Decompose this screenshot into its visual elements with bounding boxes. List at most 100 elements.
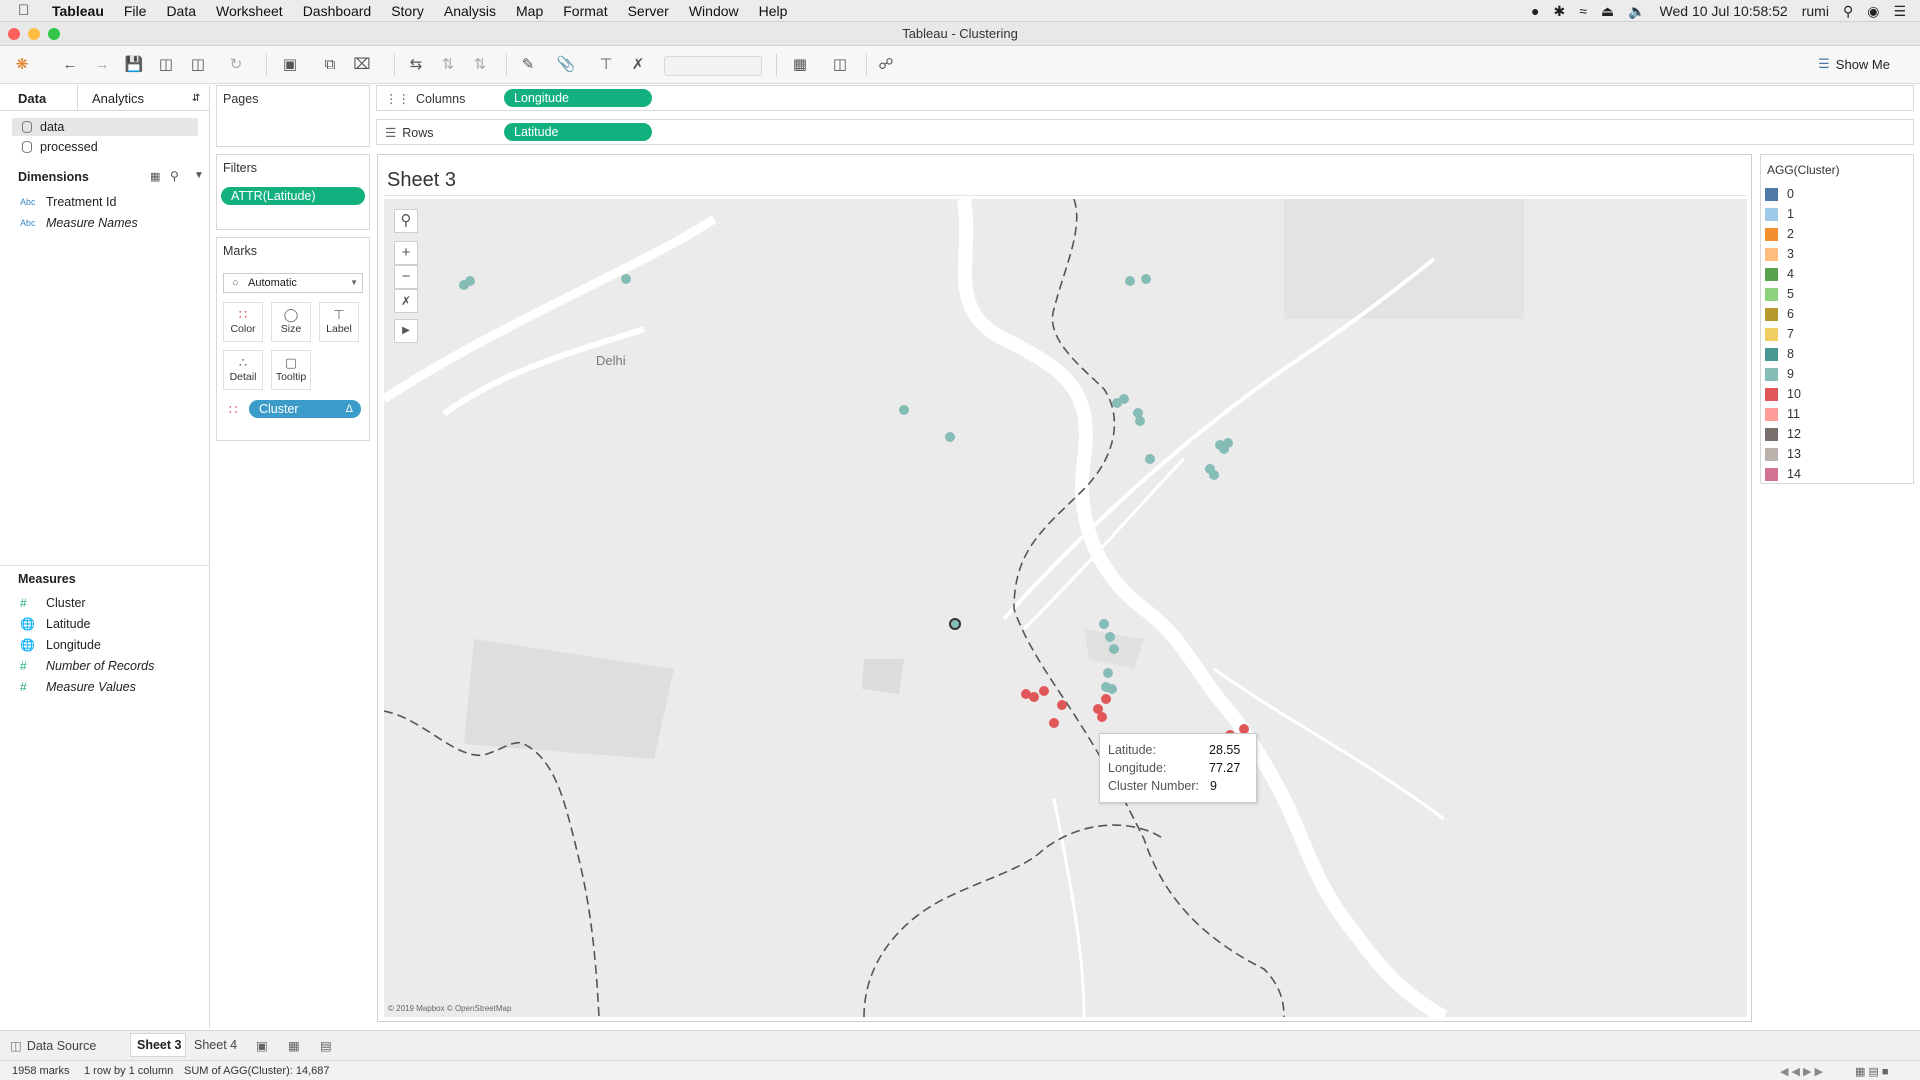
analytics-menu-icon[interactable]: ⇵: [192, 93, 200, 104]
hovered-map-point[interactable]: [949, 618, 961, 630]
menu-app[interactable]: Tableau: [52, 3, 104, 19]
map-point[interactable]: [465, 276, 475, 286]
swap-rows-columns-icon[interactable]: ⇆: [406, 55, 426, 75]
volume-icon[interactable]: 🔈: [1628, 3, 1645, 20]
color-legend[interactable]: AGG(Cluster) 0 1 2 3 4 5 6 7 8 9 10 11 12 13 14: [1760, 154, 1914, 484]
map-point[interactable]: [621, 274, 631, 284]
menu-help[interactable]: Help: [759, 3, 788, 19]
legend-item[interactable]: 8: [1765, 345, 1794, 363]
filters-card[interactable]: Filters ATTR(Latitude): [216, 154, 370, 230]
map-toolbar-expand-icon[interactable]: ▶: [394, 319, 418, 343]
field-measure-names[interactable]: Abc Measure Names: [20, 214, 138, 232]
fit-dropdown[interactable]: [664, 56, 762, 76]
rows-pill-latitude[interactable]: Latitude: [504, 123, 652, 141]
tab-analytics[interactable]: Analytics: [92, 91, 144, 106]
map-point[interactable]: [1099, 619, 1109, 629]
columns-pill-longitude[interactable]: Longitude: [504, 89, 652, 107]
legend-item[interactable]: 12: [1765, 425, 1801, 443]
view-mode-icons[interactable]: ▦ ▤ ■: [1855, 1065, 1889, 1078]
pages-card[interactable]: Pages: [216, 85, 370, 147]
cluster-pill[interactable]: Cluster Δ: [249, 400, 361, 418]
map-point[interactable]: [1101, 682, 1111, 692]
eject-icon[interactable]: ⏏: [1601, 3, 1614, 20]
notification-center-icon[interactable]: ☰: [1893, 3, 1906, 20]
legend-item[interactable]: 2: [1765, 225, 1794, 243]
zoom-out-button[interactable]: −: [394, 265, 418, 289]
map-point[interactable]: [1101, 694, 1111, 704]
field-longitude[interactable]: 🌐 Longitude: [20, 636, 101, 654]
sort-descending-icon[interactable]: ⇅: [470, 55, 490, 75]
filter-pill-latitude[interactable]: ATTR(Latitude): [221, 187, 365, 205]
search-icon[interactable]: ⚲: [170, 169, 179, 183]
group-members-icon[interactable]: 📎: [556, 55, 576, 75]
clock[interactable]: Wed 10 Jul 10:58:52: [1660, 3, 1788, 19]
new-dashboard-tab-icon[interactable]: ▦: [288, 1038, 300, 1053]
reset-map-icon[interactable]: ✗: [394, 289, 418, 313]
pause-updates-icon[interactable]: ◫: [188, 55, 208, 75]
menu-window[interactable]: Window: [689, 3, 739, 19]
menu-map[interactable]: Map: [516, 3, 543, 19]
legend-item[interactable]: 1: [1765, 205, 1794, 223]
legend-item[interactable]: 6: [1765, 305, 1794, 323]
legend-item[interactable]: 9: [1765, 365, 1794, 383]
clear-sheet-icon[interactable]: ⌧: [352, 55, 372, 75]
menu-worksheet[interactable]: Worksheet: [216, 3, 283, 19]
menu-dashboard[interactable]: Dashboard: [303, 3, 372, 19]
spotlight-icon[interactable]: ⚲: [1843, 3, 1853, 20]
legend-item[interactable]: 13: [1765, 445, 1801, 463]
map-point[interactable]: [1209, 470, 1219, 480]
menu-format[interactable]: Format: [563, 3, 607, 19]
map-point[interactable]: [945, 432, 955, 442]
refresh-icon[interactable]: ↻: [226, 55, 246, 75]
size-button[interactable]: ◯ Size: [271, 302, 311, 342]
menu-data[interactable]: Data: [166, 3, 196, 19]
duplicate-sheet-icon[interactable]: ⧉: [320, 55, 340, 75]
mark-type-dropdown[interactable]: ○ Automatic ▼: [223, 273, 363, 293]
columns-shelf[interactable]: ⋮⋮ Columns Longitude: [376, 85, 1914, 111]
dimensions-menu-icon[interactable]: ▼: [194, 170, 204, 181]
legend-item[interactable]: 14: [1765, 465, 1801, 483]
show-me-button[interactable]: ☰ Show Me: [1818, 56, 1890, 72]
color-button[interactable]: ∷ Color: [223, 302, 263, 342]
wifi-icon[interactable]: ≈: [1579, 3, 1587, 19]
field-number-of-records[interactable]: # Number of Records: [20, 657, 154, 675]
tooltip-button[interactable]: ▢ Tooltip: [271, 350, 311, 390]
undo-icon[interactable]: ←: [60, 55, 80, 75]
save-icon[interactable]: 💾: [124, 55, 144, 75]
datasource-processed[interactable]: processed: [12, 138, 198, 156]
tab-sheet-3-label[interactable]: Sheet 3: [137, 1038, 181, 1052]
map-point[interactable]: [1119, 394, 1129, 404]
map-point[interactable]: [1125, 276, 1135, 286]
map-point[interactable]: [1145, 454, 1155, 464]
data-source-tab[interactable]: ◫ Data Source: [10, 1038, 96, 1053]
user-name[interactable]: rumi: [1802, 3, 1829, 19]
map-view[interactable]: Delhi ⚲ + − ✗ ▶ © 2019 Mapbox © OpenStre…: [384, 199, 1747, 1017]
map-point[interactable]: [1039, 686, 1049, 696]
menu-file[interactable]: File: [124, 3, 147, 19]
map-point[interactable]: [1049, 718, 1059, 728]
tableau-logo-icon[interactable]: ❋: [12, 55, 32, 75]
sheet-navigation-icons[interactable]: ◀ ◀ ▶ ▶: [1780, 1065, 1823, 1078]
new-worksheet-tab-icon[interactable]: ▣: [256, 1038, 268, 1053]
new-story-tab-icon[interactable]: ▤: [320, 1038, 332, 1053]
legend-item[interactable]: 11: [1765, 405, 1800, 423]
legend-item[interactable]: 3: [1765, 245, 1794, 263]
menu-server[interactable]: Server: [628, 3, 669, 19]
sort-ascending-icon[interactable]: ⇅: [438, 55, 458, 75]
share-icon[interactable]: ☍: [876, 55, 896, 75]
datasource-data[interactable]: data: [12, 118, 198, 136]
label-button[interactable]: ⊤ Label: [319, 302, 359, 342]
legend-item[interactable]: 4: [1765, 265, 1794, 283]
map-point[interactable]: [1103, 668, 1113, 678]
map-point[interactable]: [1141, 274, 1151, 284]
show-cards-icon[interactable]: ▦: [790, 55, 810, 75]
legend-item[interactable]: 0: [1765, 185, 1794, 203]
field-cluster[interactable]: # Cluster: [20, 594, 86, 612]
legend-item[interactable]: 7: [1765, 325, 1794, 343]
highlight-icon[interactable]: ✎: [518, 55, 538, 75]
map-point[interactable]: [1105, 632, 1115, 642]
map-point[interactable]: [1097, 712, 1107, 722]
tab-sheet-4[interactable]: Sheet 4: [194, 1038, 237, 1052]
bluetooth-icon[interactable]: ✱: [1553, 3, 1565, 20]
zoom-in-button[interactable]: +: [394, 241, 418, 265]
